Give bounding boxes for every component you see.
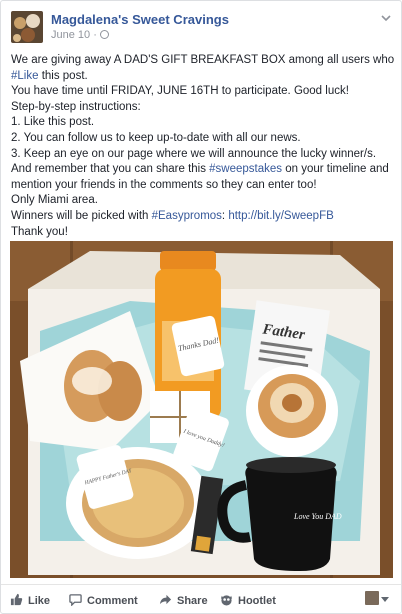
chevron-down-icon[interactable] [381,13,391,23]
post-line: #Like this post. [11,69,396,85]
hashtag-like[interactable]: #Like [11,70,39,82]
page-name-link[interactable]: Magdalena's Sweet Cravings [51,12,229,27]
mug-text: Love You DAD [293,512,342,521]
hootlet-button[interactable]: Hootlet [220,593,276,607]
post-line: Only Miami area. [11,194,98,207]
share-icon [159,594,172,605]
thumbs-up-icon [10,593,23,606]
post-line-text: on your timeline and [282,163,389,176]
post-line: Thank you! [11,225,68,238]
post-line: Step-by-step instructions: [11,100,141,113]
post-line-text: Winners will be picked with [11,209,152,222]
caret-down-icon[interactable] [381,597,389,602]
owl-icon [220,595,233,606]
like-button[interactable]: Like [10,593,50,607]
post-line: You have time until FRIDAY, JUNE 16TH to… [11,85,349,98]
post-date[interactable]: June 10 [51,29,90,41]
page-avatar[interactable] [11,11,43,43]
viewer-avatar[interactable] [365,591,379,605]
post-card: Magdalena's Sweet Cravings June 10 · We … [0,0,402,614]
short-link[interactable]: http://bit.ly/SweepFB [228,210,333,222]
hashtag-easypromos[interactable]: #Easypromos [152,210,222,222]
share-label: Share [177,595,208,607]
post-meta: June 10 · [51,29,109,41]
post-line-text: this post. [38,69,88,82]
post-line-text: And remember that you can share this [11,163,210,176]
action-bar: Like Comment Share Hootlet [1,584,401,613]
share-button[interactable]: Share [159,593,208,607]
post-line: And remember that you can share this #sw… [11,162,396,178]
post-line: 3. Keep an eye on our page where we will… [11,147,377,160]
post-photo[interactable]: Thanks Dad! Father I love you Daddy! HAP… [10,241,393,578]
post-line: Winners will be picked with #Easypromos:… [11,209,396,225]
comment-label: Comment [87,595,138,607]
comment-icon [69,594,82,607]
hashtag-sweepstakes[interactable]: #sweepstakes [209,163,282,175]
hootlet-label: Hootlet [238,595,276,607]
post-text: We are giving away A DAD'S GIFT BREAKFAS… [11,53,396,240]
post-line: We are giving away A DAD'S GIFT BREAKFAS… [11,54,395,66]
comment-button[interactable]: Comment [69,593,138,607]
globe-icon [99,30,109,39]
post-line: 2. You can follow us to keep up-to-date … [11,131,301,144]
post-line: mention your friends in the comments so … [11,178,317,191]
like-label: Like [28,595,51,607]
post-line: 1. Like this post. [11,116,95,129]
